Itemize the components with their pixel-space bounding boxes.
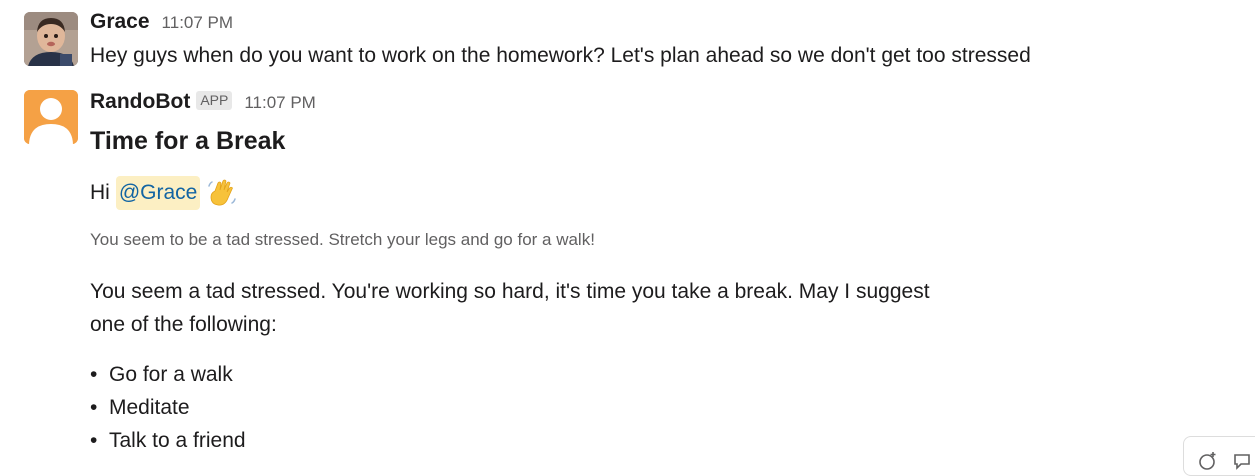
list-item: • Meditate bbox=[90, 391, 246, 424]
list-item-text: Talk to a friend bbox=[109, 429, 246, 452]
waving-hand-emoji-icon bbox=[206, 177, 238, 209]
list-item-text: Go for a walk bbox=[109, 363, 233, 386]
message-paragraph: You seem a tad stressed. You're working … bbox=[90, 275, 990, 341]
bullet-icon: • bbox=[90, 363, 98, 386]
message-randobot: RandoBot APP 11:07 PM Time for a Break H… bbox=[0, 76, 1255, 463]
bullet-icon: • bbox=[90, 429, 98, 452]
message-grace: Grace 11:07 PM Hey guys when do you want… bbox=[0, 0, 1255, 76]
sender-name[interactable]: RandoBot bbox=[90, 90, 190, 114]
list-item: • Go for a walk bbox=[90, 358, 246, 391]
app-badge: APP bbox=[196, 91, 233, 110]
paragraph-line: You seem a tad stressed. You're working … bbox=[90, 280, 930, 303]
message-text: Hey guys when do you want to work on the… bbox=[90, 44, 1031, 67]
paragraph-line: one of the following: bbox=[90, 313, 277, 336]
sender-name[interactable]: Grace bbox=[90, 10, 150, 34]
randobot-avatar[interactable] bbox=[24, 90, 78, 144]
suggestion-list: • Go for a walk • Meditate • Talk to a frie… bbox=[90, 358, 246, 457]
grace-avatar[interactable] bbox=[24, 12, 78, 66]
message-timestamp[interactable]: 11:07 PM bbox=[162, 13, 234, 33]
message-timestamp[interactable]: 11:07 PM bbox=[244, 93, 316, 113]
user-photo-avatar-icon bbox=[24, 12, 78, 66]
greeting-line: Hi @Grace bbox=[90, 176, 238, 210]
list-item-text: Meditate bbox=[109, 396, 190, 419]
default-user-avatar-icon bbox=[24, 90, 78, 144]
block-title: Time for a Break bbox=[90, 127, 286, 155]
message-header: Grace 11:07 PM bbox=[90, 10, 233, 34]
user-mention[interactable]: @Grace bbox=[115, 176, 201, 210]
greeting-text: Hi bbox=[90, 181, 110, 204]
bullet-icon: • bbox=[90, 396, 98, 419]
context-text: You seem to be a tad stressed. Stretch y… bbox=[90, 230, 595, 249]
add-reaction-icon[interactable] bbox=[1198, 451, 1218, 471]
message-actions-toolbar bbox=[1183, 436, 1255, 476]
list-item: • Talk to a friend bbox=[90, 424, 246, 457]
message-header: RandoBot APP 11:07 PM bbox=[90, 90, 316, 114]
thread-icon[interactable] bbox=[1232, 451, 1252, 471]
